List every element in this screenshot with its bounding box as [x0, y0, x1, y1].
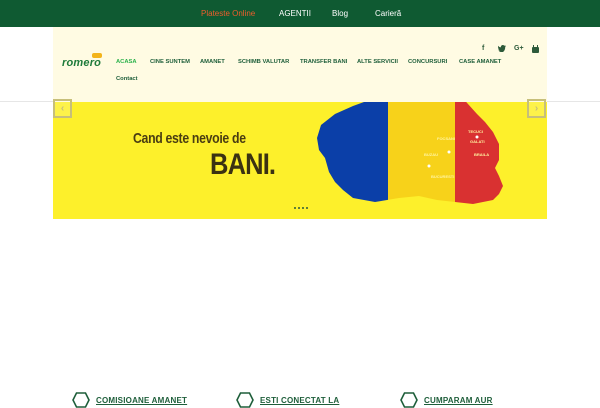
feature-conectat[interactable]: ESTI CONECTAT LA [236, 392, 339, 408]
nav-case-amanet[interactable]: CASE AMANET [459, 59, 501, 65]
nav-amanet[interactable]: AMANET [200, 59, 225, 65]
logo[interactable]: romero [62, 53, 102, 69]
nav-acasa[interactable]: ACASA [116, 59, 137, 65]
nav-concursuri[interactable]: CONCURSURI [408, 59, 447, 65]
topbar-link-plateste-online[interactable]: Plateste Online [201, 9, 255, 18]
slider-next-button[interactable]: › [527, 99, 546, 118]
nav-cine-suntem[interactable]: CINE SUNTEM [150, 59, 190, 65]
map-label-bucuresti: BUCURESTI [431, 174, 455, 179]
slider-dot[interactable] [302, 207, 304, 209]
hexagon-icon [72, 392, 90, 408]
feature-comisioane[interactable]: COMISIOANE AMANET [72, 392, 187, 408]
logo-tag-icon [92, 53, 102, 58]
slider-dot[interactable] [294, 207, 296, 209]
nav-alte-servicii[interactable]: ALTE SERVICII [357, 59, 398, 65]
facebook-icon[interactable]: f [482, 45, 484, 52]
nav-contact[interactable]: Contact [116, 76, 138, 82]
map-label-tecuci: TECUCI [468, 129, 483, 134]
map-label-buzau: BUZAU [424, 152, 438, 157]
hexagon-icon [400, 392, 418, 408]
slider-dots [294, 207, 308, 209]
romania-map [317, 102, 503, 204]
feature-cumparam-aur[interactable]: CUMPARAM AUR [400, 392, 493, 408]
hexagon-icon [236, 392, 254, 408]
feature-title: CUMPARAM AUR [424, 395, 493, 405]
hero-slider: Cand este nevoie de BANI. TECUCI FOCSANI… [53, 102, 547, 219]
youtube-icon[interactable] [532, 45, 539, 55]
logo-text: romero [62, 57, 102, 69]
map-label-braila: BRAILA [474, 152, 490, 157]
feature-title: ESTI CONECTAT LA [260, 395, 340, 405]
chevron-left-icon: ‹ [60, 103, 65, 114]
topbar-link-cariera[interactable]: Carieră [375, 9, 401, 18]
chevron-right-icon: › [534, 103, 539, 114]
map-label-galati: GALATI [470, 139, 485, 144]
slider-dot[interactable] [306, 207, 308, 209]
twitter-icon[interactable] [498, 45, 506, 54]
slider-dot[interactable] [298, 207, 300, 209]
topbar-link-agentii[interactable]: AGENTII [279, 9, 311, 18]
top-bar: Plateste Online AGENTII Blog Carieră [0, 0, 600, 27]
map-label-focsani: FOCSANI [437, 136, 455, 141]
topbar-link-blog[interactable]: Blog [332, 9, 348, 18]
nav-schimb-valutar[interactable]: SCHIMB VALUTAR [238, 59, 289, 65]
slider-prev-button[interactable]: ‹ [53, 99, 72, 118]
nav-transfer-bani[interactable]: TRANSFER BANI [300, 59, 347, 65]
feature-title: COMISIOANE AMANET [96, 395, 188, 405]
google-plus-icon[interactable]: G+ [514, 45, 524, 52]
